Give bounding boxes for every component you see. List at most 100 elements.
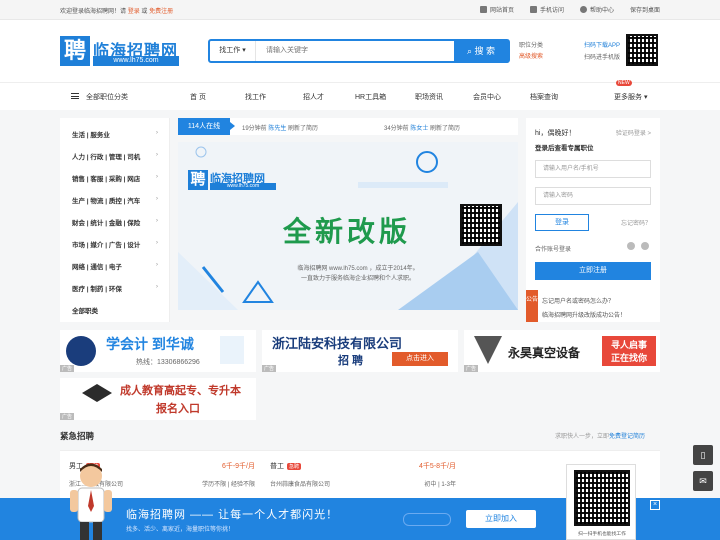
ad-banner-accounting[interactable]: 学会计 到华诚 热线：13306866296 广告 — [60, 330, 256, 372]
banner-description: 临海招聘网 www.lh75.com ，成立于2014年。 一直致力于服务临海企… — [297, 266, 419, 282]
register-resume-link[interactable]: 免费登记简历 — [609, 434, 645, 440]
notice-panel: 公告 忘记用户名或密码怎么办？ 临海招聘网升级改版成功公告！ — [526, 290, 660, 322]
app-download-link[interactable]: 扫码下载APP — [584, 40, 620, 52]
activity-ticker: 114人在线 19分钟前 陈先生 刷新了简历 34分钟前 陈女士 刷新了简历 — [178, 118, 518, 135]
category-item[interactable]: 生产 | 物流 | 质控 | 汽车 › — [72, 195, 158, 205]
main-nav: 全部职位分类 首 页 找工作 招人才 HR工具箱 职场资讯 会员中心 档案查询 … — [0, 82, 720, 110]
promo-subtitle: 找多、活少、离家近，海量职位等你挑！ — [126, 527, 235, 533]
ad-red-box: 寻人启事 正在找你 — [602, 336, 656, 366]
chevron-right-icon: › — [155, 217, 158, 224]
chevron-right-icon: › — [155, 173, 158, 180]
ticker-item[interactable]: 19分钟前 陈先生 刷新了简历 — [242, 123, 318, 132]
notice-item[interactable]: 临海招聘网升级改版成功公告！ — [542, 310, 626, 319]
chevron-right-icon: › — [155, 195, 158, 202]
nav-hr-tools[interactable]: HR工具箱 — [355, 92, 386, 102]
bottom-qr-box: 扫一扫手机也能找工作 — [566, 464, 636, 540]
category-item[interactable]: 网络 | 通信 | 电子 › — [72, 261, 158, 271]
yonghao-logo-icon — [474, 336, 502, 364]
job-requirements: 学历不限 | 经验不限 — [202, 482, 255, 488]
nav-find-job[interactable]: 找工作 — [245, 92, 266, 102]
job-salary: 4千5-8千/月 — [419, 463, 456, 470]
chevron-right-icon: › — [155, 129, 158, 136]
partner-login-label: 合作账号登录 — [535, 247, 572, 253]
site-logo[interactable]: 聘 临海招聘网 www.lh75.com — [60, 36, 180, 68]
category-sidebar: 生活 | 服务业 › 人力 | 行政 | 管理 | 司机 › 销售 | 客服 | 采… — [60, 118, 170, 322]
mobile-link[interactable]: 手机访问 — [529, 5, 564, 14]
huacheng-logo-icon — [66, 336, 96, 366]
banner-slogan: 全新改版 — [283, 215, 412, 248]
register-button[interactable]: 立即注册 — [535, 262, 651, 280]
category-item[interactable]: 人力 | 行政 | 管理 | 司机 › — [72, 151, 158, 161]
graduation-cap-icon — [82, 384, 112, 402]
search-type-select[interactable]: 找工作 ▾ — [210, 41, 256, 61]
job-title: 普工 — [270, 463, 284, 470]
password-input[interactable]: 请输入密码 — [535, 187, 651, 205]
home-icon — [479, 6, 487, 13]
person-illustration — [220, 336, 244, 364]
search-icon: ⌕ — [466, 46, 472, 56]
enter-button[interactable]: 点击进入 — [392, 352, 448, 366]
join-now-button[interactable]: 立即加入 — [466, 510, 536, 528]
register-resume-prompt: 求职快人一步，立即免费登记简历 — [555, 434, 646, 440]
help-link[interactable]: 帮助中心 — [579, 5, 614, 14]
home-link[interactable]: 网站首页 — [479, 5, 514, 14]
wechat-icon[interactable] — [641, 242, 649, 250]
forgot-password-link[interactable]: 忘记密码？ — [621, 218, 651, 227]
sms-login-link[interactable]: 验证码登录 > — [616, 128, 651, 137]
category-item[interactable]: 销售 | 客服 | 采购 | 网店 › — [72, 173, 158, 183]
login-subtitle: 登录后查看专属职位 — [535, 145, 594, 152]
login-button[interactable]: 登录 — [535, 214, 589, 231]
category-item[interactable]: 医疗 | 制药 | 环保 › — [72, 283, 158, 293]
chevron-right-icon: › — [155, 261, 158, 268]
category-link[interactable]: 职位分类 — [519, 43, 543, 49]
login-link[interactable]: 登录 — [128, 9, 140, 15]
mobile-version-link[interactable]: 扫码进手机版 — [584, 52, 620, 64]
ad-banner-luan[interactable]: 浙江陆安科技有限公司 招 聘 点击进入 广告 — [262, 330, 458, 372]
category-item[interactable]: 生活 | 服务业 › — [72, 129, 158, 139]
close-icon[interactable]: × — [650, 500, 660, 510]
nav-member-center[interactable]: 会员中心 — [473, 92, 501, 102]
new-badge: NEW — [616, 80, 632, 86]
ad-banner-education[interactable]: 成人教育高起专、专升本 报名入口 广告 — [60, 378, 256, 420]
qr-caption: 扫一扫手机也能找工作 — [578, 532, 626, 537]
job-salary: 6千-9千/月 — [221, 463, 255, 470]
ticker-item[interactable]: 34分钟前 陈女士 刷新了简历 — [384, 123, 460, 132]
advanced-search-link[interactable]: 高级搜索 — [519, 54, 543, 60]
chevron-right-icon: › — [155, 239, 158, 246]
job-company: 台州蒜康食品有限公司 — [270, 482, 331, 488]
chevron-right-icon: › — [155, 283, 158, 290]
banner-qr-code — [460, 204, 502, 246]
mobile-icon[interactable]: ▯ — [693, 445, 713, 465]
nav-career-news[interactable]: 职场资讯 — [415, 92, 443, 102]
category-item-all[interactable]: 全部职类 — [72, 305, 158, 315]
menu-icon — [71, 93, 79, 99]
job-requirements: 初中 | 1-3年 — [424, 482, 456, 488]
username-input[interactable]: 请输入用户名/手机号 — [535, 160, 651, 178]
top-bar: 欢迎登录临海招聘网！请 登录 或 免费注册 网站首页 手机访问 帮助中心 保存到… — [0, 0, 720, 20]
search-button[interactable]: ⌕ 搜 索 — [454, 41, 508, 61]
mobile-icon — [529, 6, 537, 13]
notice-tag: 公告 — [526, 290, 538, 322]
ad-banner-yonghao[interactable]: 永昊真空设备 寻人启事 正在找你 广告 — [464, 330, 660, 372]
nav-archive-query[interactable]: 档案查询 — [530, 92, 558, 102]
nav-home[interactable]: 首 页 — [190, 92, 206, 102]
all-categories-button[interactable]: 全部职位分类 — [71, 92, 128, 102]
notice-item[interactable]: 忘记用户名或密码怎么办？ — [542, 296, 614, 305]
help-icon — [579, 6, 587, 13]
save-desktop-link[interactable]: 保存到桌面 — [630, 5, 660, 14]
nav-recruit[interactable]: 招人才 — [303, 92, 324, 102]
promo-ghost-pill — [403, 513, 451, 526]
feedback-icon[interactable]: ✉ — [693, 471, 713, 491]
nav-more-services[interactable]: 更多服务 ▾ — [614, 92, 647, 102]
category-item[interactable]: 财会 | 统计 | 金融 | 保险 › — [72, 217, 158, 227]
search-links: 职位分类 高级搜索 — [519, 41, 543, 63]
qq-icon[interactable] — [627, 242, 635, 250]
search-input[interactable] — [266, 41, 446, 61]
greeting: hi，偶晚好！ — [535, 130, 576, 137]
register-link[interactable]: 免费注册 — [149, 9, 173, 15]
search-bar: 找工作 ▾ ⌕ 搜 索 — [208, 39, 510, 63]
category-item[interactable]: 市场 | 媒介 | 广告 | 设计 › — [72, 239, 158, 249]
hot-badge: 急聘 — [287, 463, 302, 470]
welcome-text: 欢迎登录临海招聘网！请 登录 或 免费注册 — [60, 9, 174, 15]
chevron-right-icon: › — [155, 151, 158, 158]
